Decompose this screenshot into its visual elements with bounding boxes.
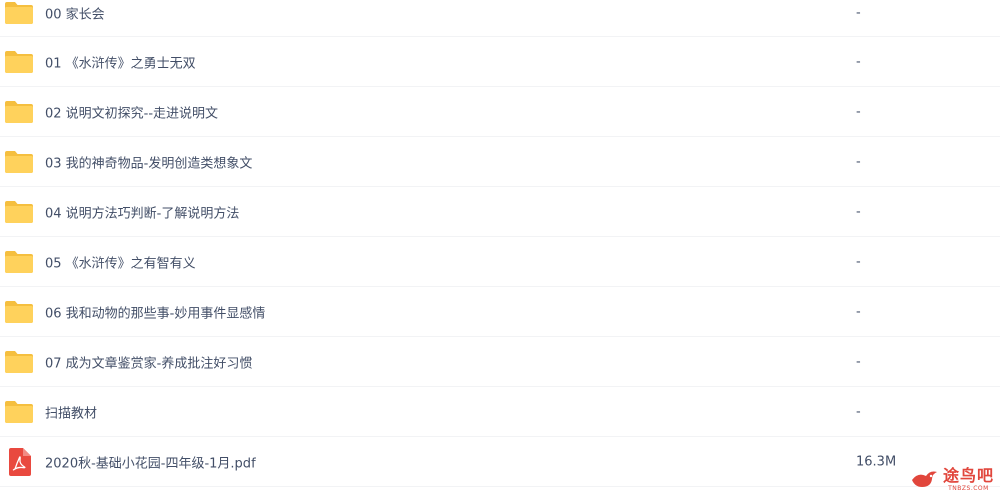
watermark-logo: 途鸟吧 TNBZS.COM bbox=[910, 466, 994, 494]
file-size: - bbox=[856, 104, 861, 119]
file-list: 00 家长会 - 01 《水浒传》之勇士无双 - 02 说明文初探究--走进说明… bbox=[0, 0, 1000, 487]
file-name[interactable]: 扫描教材 bbox=[45, 402, 97, 421]
watermark-text: 途鸟吧 bbox=[942, 466, 994, 485]
list-item[interactable]: 00 家长会 - bbox=[0, 0, 1000, 37]
list-item[interactable]: 06 我和动物的那些事-妙用事件显感情 - bbox=[0, 287, 1000, 337]
file-name[interactable]: 07 成为文章鉴赏家-养成批注好习惯 bbox=[45, 352, 252, 371]
folder-icon bbox=[4, 149, 34, 175]
list-item[interactable]: 05 《水浒传》之有智有义 - bbox=[0, 237, 1000, 287]
folder-icon bbox=[4, 349, 34, 375]
list-item[interactable]: 02 说明文初探究--走进说明文 - bbox=[0, 87, 1000, 137]
watermark-url: TNBZS.COM bbox=[948, 485, 989, 492]
bird-logo-icon bbox=[910, 466, 940, 494]
folder-icon bbox=[4, 49, 34, 75]
folder-icon bbox=[4, 249, 34, 275]
file-name[interactable]: 06 我和动物的那些事-妙用事件显感情 bbox=[45, 302, 265, 321]
list-item[interactable]: 07 成为文章鉴赏家-养成批注好习惯 - bbox=[0, 337, 1000, 387]
list-item[interactable]: 2020秋-基础小花园-四年级-1月.pdf 16.3M bbox=[0, 437, 1000, 487]
file-name[interactable]: 2020秋-基础小花园-四年级-1月.pdf bbox=[45, 452, 256, 471]
folder-icon bbox=[4, 199, 34, 225]
file-size: - bbox=[856, 304, 861, 319]
file-size: 16.3M bbox=[856, 454, 897, 469]
file-name[interactable]: 05 《水浒传》之有智有义 bbox=[45, 252, 196, 271]
file-name[interactable]: 01 《水浒传》之勇士无双 bbox=[45, 52, 196, 71]
file-name[interactable]: 00 家长会 bbox=[45, 4, 105, 23]
file-size: - bbox=[856, 54, 861, 69]
folder-icon bbox=[4, 399, 34, 425]
list-item[interactable]: 扫描教材 - bbox=[0, 387, 1000, 437]
file-name[interactable]: 02 说明文初探究--走进说明文 bbox=[45, 102, 218, 121]
file-name[interactable]: 03 我的神奇物品-发明创造类想象文 bbox=[45, 152, 252, 171]
folder-icon bbox=[4, 99, 34, 125]
list-item[interactable]: 03 我的神奇物品-发明创造类想象文 - bbox=[0, 137, 1000, 187]
file-size: - bbox=[856, 204, 861, 219]
file-name[interactable]: 04 说明方法巧判断-了解说明方法 bbox=[45, 202, 239, 221]
folder-icon bbox=[4, 299, 34, 325]
list-item[interactable]: 01 《水浒传》之勇士无双 - bbox=[0, 37, 1000, 87]
list-item[interactable]: 04 说明方法巧判断-了解说明方法 - bbox=[0, 187, 1000, 237]
file-size: - bbox=[856, 354, 861, 369]
file-size: - bbox=[856, 404, 861, 419]
folder-icon bbox=[4, 0, 34, 26]
file-size: - bbox=[856, 254, 861, 269]
file-size: - bbox=[856, 154, 861, 169]
pdf-file-icon bbox=[4, 447, 34, 476]
file-size: - bbox=[856, 5, 861, 21]
